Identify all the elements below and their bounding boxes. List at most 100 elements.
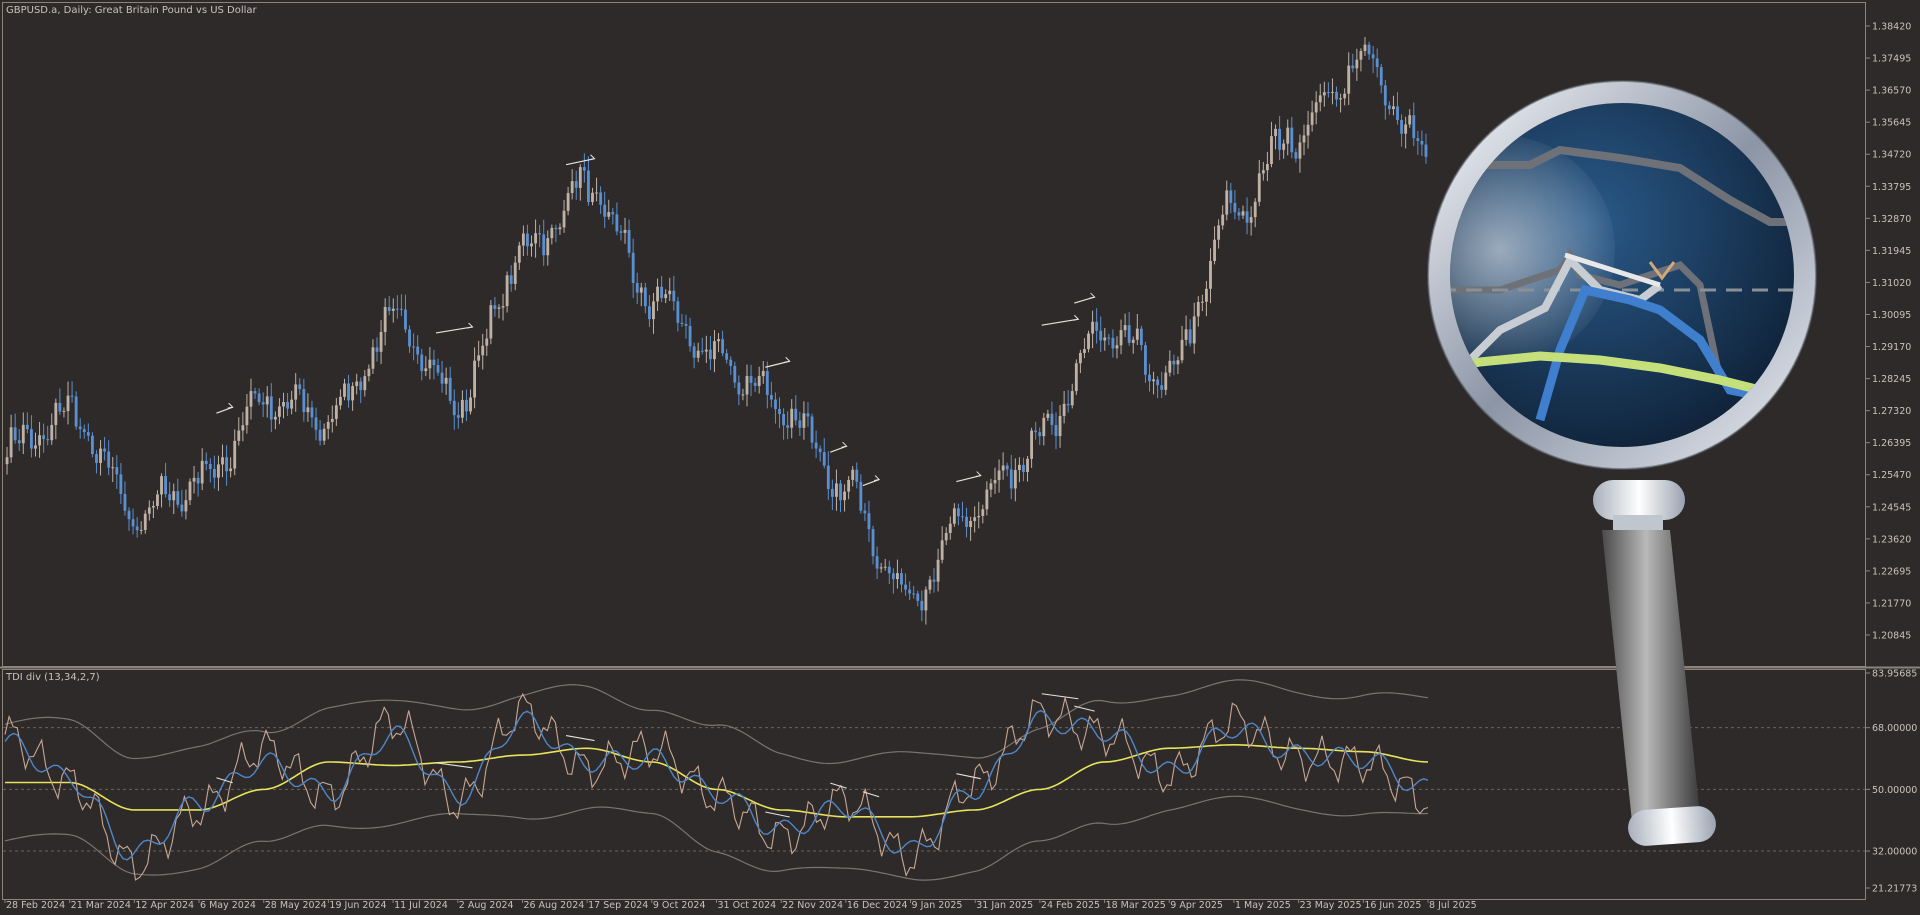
price-tick-label: 1.34720 <box>1872 150 1911 161</box>
candle-body <box>708 349 712 360</box>
candle-body <box>21 424 25 444</box>
candle-body <box>647 306 651 320</box>
candle-body <box>1156 379 1160 386</box>
candle-body <box>237 430 241 441</box>
price-tick-label: 1.30095 <box>1872 310 1911 321</box>
price-tick-label: 1.33795 <box>1872 182 1911 193</box>
candle-body <box>635 283 639 293</box>
candle-body <box>871 529 875 557</box>
candle-body <box>1387 105 1391 110</box>
candle-body <box>1290 127 1294 153</box>
candle-body <box>1042 417 1046 437</box>
candle-body <box>513 262 517 284</box>
candle-body <box>956 508 960 517</box>
time-tick-label: 31 Jan 2025 <box>976 900 1033 911</box>
candle-body <box>1233 203 1237 213</box>
candle-body <box>86 432 90 436</box>
time-tick-label: 9 Oct 2024 <box>653 900 706 911</box>
candle-body <box>550 227 554 239</box>
time-tick-label: 11 Jul 2024 <box>394 900 448 911</box>
price-tick-label: 1.31945 <box>1872 246 1911 257</box>
candle-body <box>74 396 78 427</box>
candle-body <box>184 500 188 512</box>
candle-body <box>50 424 54 441</box>
time-tick-label: 17 Sep 2024 <box>588 900 648 911</box>
candle-body <box>509 275 513 284</box>
chart-canvas[interactable]: GBPUSD.a, Daily: Great Britain Pound vs … <box>0 0 1920 915</box>
candle-body <box>940 540 944 560</box>
candle-body <box>765 370 769 395</box>
candle-body <box>839 483 842 501</box>
candle-body <box>168 494 172 501</box>
candle-body <box>1054 425 1058 437</box>
candle-body <box>1383 85 1387 106</box>
candle-body <box>408 329 411 347</box>
candle-body <box>1261 170 1265 174</box>
candle-body <box>802 413 806 428</box>
candle-body <box>534 233 537 244</box>
candle-body <box>932 579 936 582</box>
candle-body <box>1282 143 1286 150</box>
candle-body <box>66 395 70 412</box>
candle-body <box>607 212 611 217</box>
candle-body <box>1119 330 1123 346</box>
candle-body <box>1030 430 1034 459</box>
candle-body <box>1318 95 1322 103</box>
candle-body <box>5 457 9 465</box>
candle-body <box>294 384 298 400</box>
candle-body <box>684 323 688 326</box>
candle-body <box>668 290 672 295</box>
candle-body <box>25 424 29 430</box>
price-tick-label: 1.27320 <box>1872 406 1911 417</box>
candle-body <box>172 491 176 501</box>
candle-body <box>119 474 123 494</box>
candle-body <box>298 384 302 390</box>
candle-body <box>151 505 155 508</box>
candle-body <box>1050 413 1054 426</box>
candle-body <box>444 377 448 384</box>
candle-body <box>778 409 781 414</box>
candle-body <box>794 408 798 421</box>
candle-body <box>1298 142 1302 159</box>
candle-body <box>521 233 525 246</box>
candle-body <box>505 275 509 307</box>
candle-body <box>1196 302 1200 317</box>
candle-body <box>103 448 107 452</box>
candle-body <box>887 566 891 574</box>
candle-body <box>1408 115 1412 125</box>
candle-body <box>192 477 196 482</box>
candle-body <box>1066 403 1070 406</box>
candle-body <box>290 399 294 409</box>
candle-body <box>1168 360 1172 373</box>
candle-body <box>733 365 737 383</box>
candle-body <box>38 435 41 446</box>
candle-body <box>1095 321 1099 331</box>
price-tick-label: 1.21770 <box>1872 598 1911 609</box>
candle-body <box>611 212 615 215</box>
candle-body <box>383 307 387 333</box>
upper-band-line <box>4 679 1429 765</box>
candle-body <box>835 483 838 497</box>
candle-body <box>1274 128 1277 137</box>
indicator-levels <box>3 727 1865 852</box>
candle-body <box>713 341 716 360</box>
indicator-divergence-line <box>565 735 595 742</box>
candle-body <box>253 391 257 394</box>
candle-body <box>1213 239 1216 261</box>
candle-body <box>82 429 86 433</box>
candle-body <box>639 287 643 293</box>
candle-body <box>826 465 830 489</box>
candle-body <box>1209 260 1212 289</box>
candle-body <box>282 402 285 407</box>
candle-body <box>164 476 168 495</box>
indicator-tick-label: 50.00000 <box>1872 785 1917 796</box>
candle-body <box>538 233 542 235</box>
candle-body <box>1017 464 1021 471</box>
candle-body <box>977 515 981 518</box>
candle-body <box>948 523 952 533</box>
candle-body <box>1180 339 1184 361</box>
candle-body <box>13 427 17 441</box>
candle-body <box>1026 458 1029 472</box>
candle-body <box>619 231 623 233</box>
candle-body <box>554 227 558 230</box>
